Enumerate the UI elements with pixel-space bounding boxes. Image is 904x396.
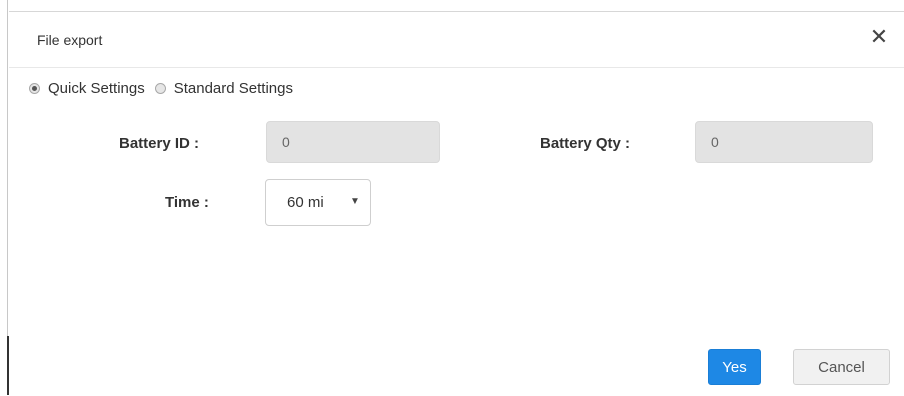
settings-mode-group: Quick Settings Standard Settings [29,78,303,98]
dialog-title: File export [37,32,103,48]
radio-quick-settings[interactable]: Quick Settings [29,80,145,97]
close-icon[interactable]: ✕ [868,26,890,48]
time-label: Time : [165,194,209,211]
radio-checked-icon[interactable] [29,82,40,94]
battery-qty-field[interactable]: 0 [695,121,873,163]
yes-button[interactable]: Yes [708,349,761,385]
battery-id-field[interactable]: 0 [266,121,440,163]
radio-standard-settings[interactable]: Standard Settings [154,79,293,97]
radio-unchecked-icon[interactable] [154,82,166,94]
file-export-dialog: File export ✕ Quick Settings Standard Se… [9,11,904,396]
battery-id-label: Battery ID : [119,135,200,152]
radio-label: Quick Settings [48,79,145,97]
dropdown-arrow-icon: ▼ [350,196,360,207]
radio-label: Standard Settings [173,79,293,97]
cancel-button[interactable]: Cancel [793,349,890,385]
battery-qty-label: Battery Qty : [540,135,631,152]
time-select[interactable]: 60 mi ▼ [265,179,371,226]
dialog-header: File export ✕ [9,12,904,68]
time-select-value: 60 mi [287,194,324,211]
